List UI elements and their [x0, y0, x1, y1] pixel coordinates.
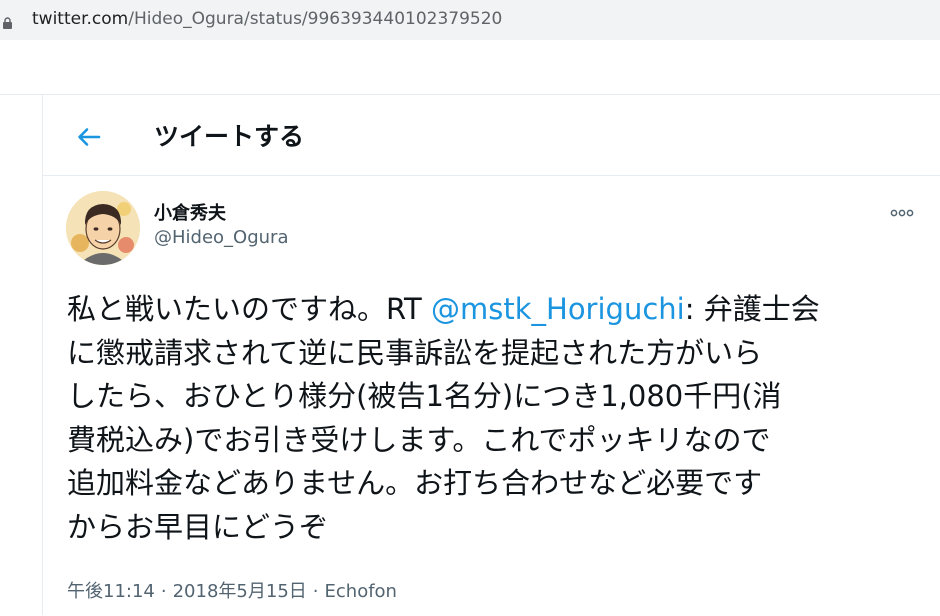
back-button[interactable] [71, 119, 107, 155]
author-name[interactable]: 小倉秀夫 [154, 199, 226, 225]
mention-link[interactable]: @mstk_Horiguchi [431, 292, 685, 326]
more-button[interactable] [887, 202, 917, 224]
tweet-text: 私と戦いたいのですね。RT @mstk_Horiguchi: 弁護士会 に懲戒請… [67, 288, 927, 549]
meta-separator: · [312, 581, 319, 602]
tweet-line: からお早目にどうぞ [67, 509, 329, 544]
browser-address-bar[interactable]: twitter.com/Hideo_Ogura/status/996393440… [0, 0, 940, 40]
lock-icon [2, 14, 13, 29]
tweet-time[interactable]: 午後11:14 [67, 581, 155, 602]
url-host: twitter.com [32, 9, 129, 29]
more-dots-icon [887, 209, 917, 228]
tweet-line: 私と戦いたいのですね。RT @mstk_Horiguchi: 弁護士会 [67, 288, 927, 332]
avatar-illustration [66, 191, 140, 265]
meta-separator: · [160, 581, 167, 602]
tweet-line: に懲戒請求されて逆に民事訴訟を提起された方がいら [67, 335, 763, 370]
tweet: 小倉秀夫 @Hideo_Ogura 私と戦いたいのですね。RT @mstk_Ho… [43, 176, 940, 616]
tweet-text-segment: : 弁護士会 [684, 292, 820, 326]
tweet-line: したら、おひとり様分(被告1名分)につき1,080千円(消 [67, 379, 782, 413]
arrow-left-icon [71, 119, 107, 155]
avatar[interactable] [66, 191, 140, 265]
tweet-meta: 午後11:14 · 2018年5月15日 · Echofon [67, 577, 397, 603]
tweet-source[interactable]: Echofon [325, 581, 397, 602]
tweet-line: 費税込み)でお引き受けします。これでポッキリなので [67, 422, 771, 457]
author-handle[interactable]: @Hideo_Ogura [154, 227, 288, 248]
main-column: ツイートする 小倉秀夫 @Hideo_Ogura 私と戦いたいのですね。RT @… [42, 95, 940, 615]
tweet-text-segment: 私と戦いたいのですね。RT [67, 292, 431, 326]
url-text[interactable]: twitter.com/Hideo_Ogura/status/996393440… [32, 9, 502, 29]
page-header: ツイートする [43, 95, 940, 176]
url-path: /Hideo_Ogura/status/996393440102379520 [128, 9, 503, 29]
tweet-date[interactable]: 2018年5月15日 [173, 581, 307, 602]
page-title: ツイートする [154, 122, 305, 151]
tweet-line: 追加料金などありません。お打ち合わせなど必要です [67, 466, 763, 500]
